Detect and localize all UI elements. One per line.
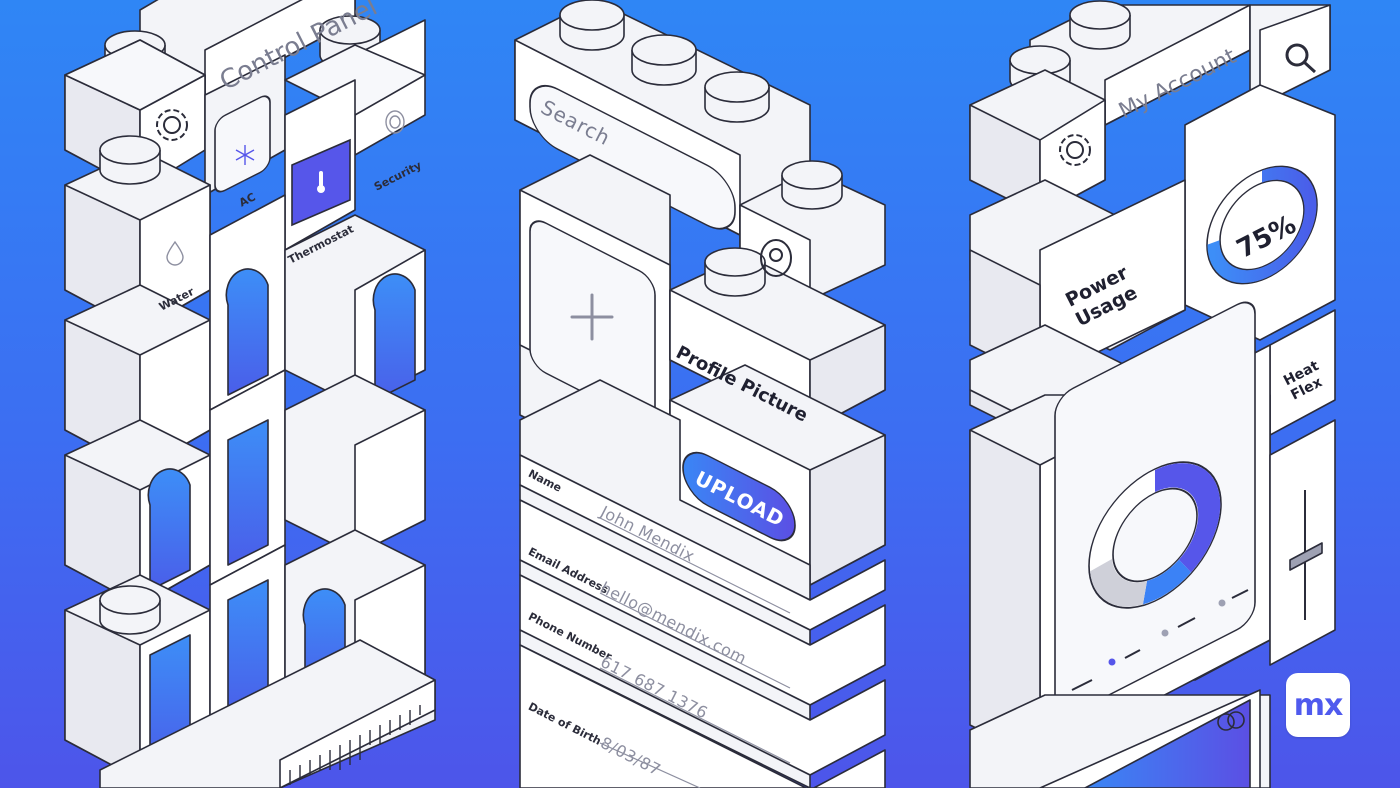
stud <box>631 34 697 86</box>
stud <box>704 71 770 123</box>
stud <box>99 135 161 185</box>
stud <box>781 160 843 210</box>
logo-text: mx <box>1293 687 1344 723</box>
stud <box>99 585 161 635</box>
stud <box>704 247 766 297</box>
stud <box>1069 0 1131 50</box>
mendix-logo: mx <box>1286 673 1350 737</box>
right-tower <box>969 0 1336 788</box>
stud <box>559 0 625 51</box>
illustration <box>64 0 1336 788</box>
left-tower <box>64 0 436 788</box>
